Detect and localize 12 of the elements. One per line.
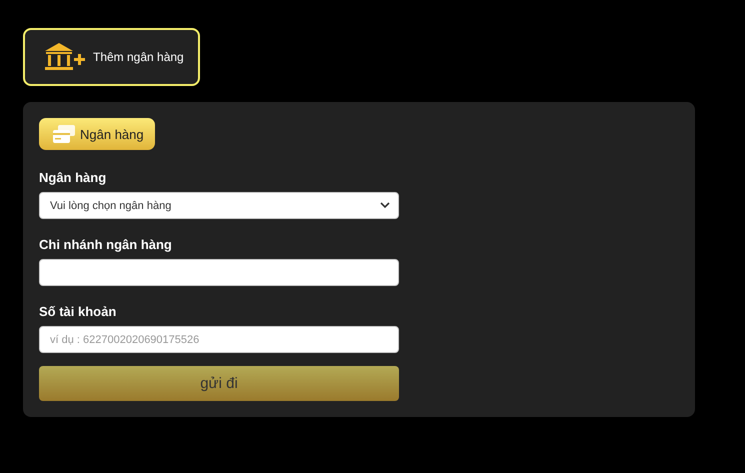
chevron-down-icon [380, 202, 390, 209]
field-label: Số tài khoản [39, 304, 118, 320]
bank-add-icon [43, 42, 87, 72]
bank-select[interactable]: Vui lòng chọn ngân hàng [39, 192, 399, 219]
input-field[interactable] [39, 259, 399, 286]
bank-tab[interactable]: Ngân hàng [39, 118, 155, 150]
field-label: Chi nhánh ngân hàng [39, 237, 173, 253]
add-bank-button[interactable]: Thêm ngân hàng [23, 28, 200, 86]
card-icon [53, 125, 75, 143]
field-label: Ngân hàng [39, 170, 108, 186]
input-field[interactable]: ví dụ : 6227002020690175526 [39, 326, 399, 353]
submit-button[interactable]: gửi đi [39, 366, 399, 401]
